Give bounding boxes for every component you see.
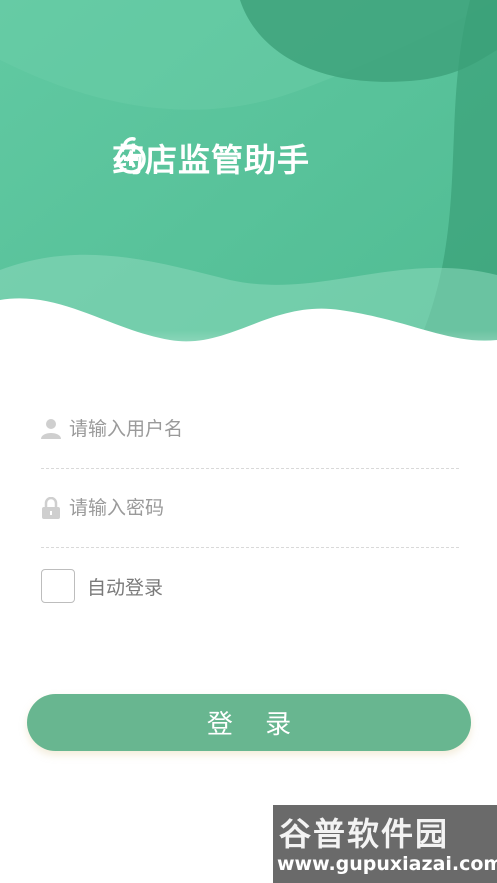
auto-login-option[interactable]: 自动登录 bbox=[41, 569, 163, 603]
username-field[interactable] bbox=[41, 390, 459, 469]
watermark: 谷普软件园 www.gupuxiazai.com bbox=[273, 805, 497, 883]
password-input[interactable] bbox=[69, 497, 429, 519]
login-button[interactable]: 登 录 bbox=[27, 694, 471, 751]
watermark-title: 谷普软件园 bbox=[279, 815, 450, 853]
auto-login-checkbox[interactable] bbox=[41, 569, 75, 603]
medicine-pouch-plus-icon bbox=[116, 137, 146, 174]
lock-icon bbox=[42, 497, 60, 519]
header-banner: 药店监管助手 bbox=[0, 0, 497, 400]
password-field[interactable] bbox=[41, 469, 459, 548]
watermark-url: www.gupuxiazai.com bbox=[277, 853, 497, 875]
wave-background bbox=[0, 0, 497, 400]
auto-login-label: 自动登录 bbox=[87, 576, 164, 599]
username-input[interactable] bbox=[69, 418, 429, 440]
user-icon bbox=[41, 419, 61, 439]
app-logo: 药店监管助手 bbox=[112, 135, 310, 181]
